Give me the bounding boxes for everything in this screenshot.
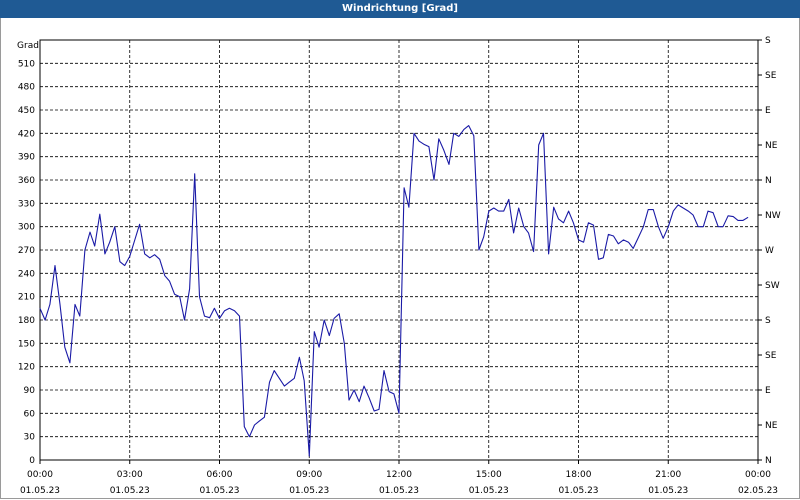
x-tick-date: 01.05.23 (648, 486, 688, 496)
y-tick-label: 0 (29, 456, 35, 466)
compass-label: E (765, 386, 771, 396)
y-tick-label: 360 (18, 176, 35, 186)
wind-direction-line (39, 125, 749, 457)
compass-label: SW (765, 281, 780, 291)
x-tick-time: 00:00 (745, 470, 771, 480)
y-tick-label: 480 (18, 83, 35, 93)
compass-label: NW (765, 211, 781, 221)
compass-label: N (765, 176, 772, 186)
y-tick-label: 240 (18, 269, 35, 279)
x-tick-date: 01.05.23 (289, 486, 329, 496)
y-tick-label: 510 (18, 59, 35, 69)
x-tick-time: 03:00 (117, 470, 143, 480)
y-tick-label: 330 (18, 199, 35, 209)
y-tick-label: 150 (18, 339, 35, 349)
compass-label: NE (765, 141, 778, 151)
y-tick-label: 60 (24, 409, 36, 419)
x-tick-time: 21:00 (655, 470, 681, 480)
compass-label: E (765, 106, 771, 116)
y-tick-label: 300 (18, 223, 35, 233)
y-tick-label: 210 (18, 293, 35, 303)
compass-label: S (765, 36, 771, 46)
data-series (39, 125, 749, 457)
y-axis-label: Grad (17, 41, 39, 51)
compass-label: SE (765, 71, 777, 81)
x-tick-time: 00:00 (27, 470, 53, 480)
x-tick-time: 18:00 (566, 470, 592, 480)
x-tick-time: 06:00 (207, 470, 233, 480)
right-y-axis: N NE E SE S SW W NW N NE E SE S (758, 36, 781, 466)
x-tick-time: 15:00 (476, 470, 502, 480)
y-tick-label: 450 (18, 106, 35, 116)
x-tick-time: 09:00 (296, 470, 322, 480)
left-y-axis: 0 30 60 90 120 150 180 210 240 270 300 330 360 390 420… (18, 59, 35, 466)
x-tick-date: 01.05.23 (379, 486, 419, 496)
x-tick-date: 01.05.23 (558, 486, 598, 496)
wind-direction-chart: 0 30 60 90 120 150 180 210 240 270 300 330 360 390 420… (17, 36, 781, 496)
y-tick-label: 420 (18, 129, 35, 139)
x-axis: 00:00 01.05.23 03:00 01.05.23 06:00 01.05.23 0… (20, 460, 778, 496)
compass-label: N (765, 456, 772, 466)
x-tick-date: 02.05.23 (738, 486, 778, 496)
x-tick-date: 01.05.23 (20, 486, 60, 496)
compass-label: S (765, 316, 771, 326)
x-tick-date: 01.05.23 (469, 486, 509, 496)
y-tick-label: 90 (24, 386, 36, 396)
x-tick-date: 01.05.23 (110, 486, 150, 496)
y-tick-label: 120 (18, 363, 35, 373)
y-tick-label: 30 (24, 433, 36, 443)
y-tick-label: 390 (18, 153, 35, 163)
y-tick-label: 270 (18, 246, 35, 256)
x-tick-date: 01.05.23 (199, 486, 239, 496)
compass-label: NE (765, 421, 778, 431)
compass-label: W (765, 246, 774, 256)
y-tick-label: 180 (18, 316, 35, 326)
compass-label: SE (765, 351, 777, 361)
x-tick-time: 12:00 (386, 470, 412, 480)
